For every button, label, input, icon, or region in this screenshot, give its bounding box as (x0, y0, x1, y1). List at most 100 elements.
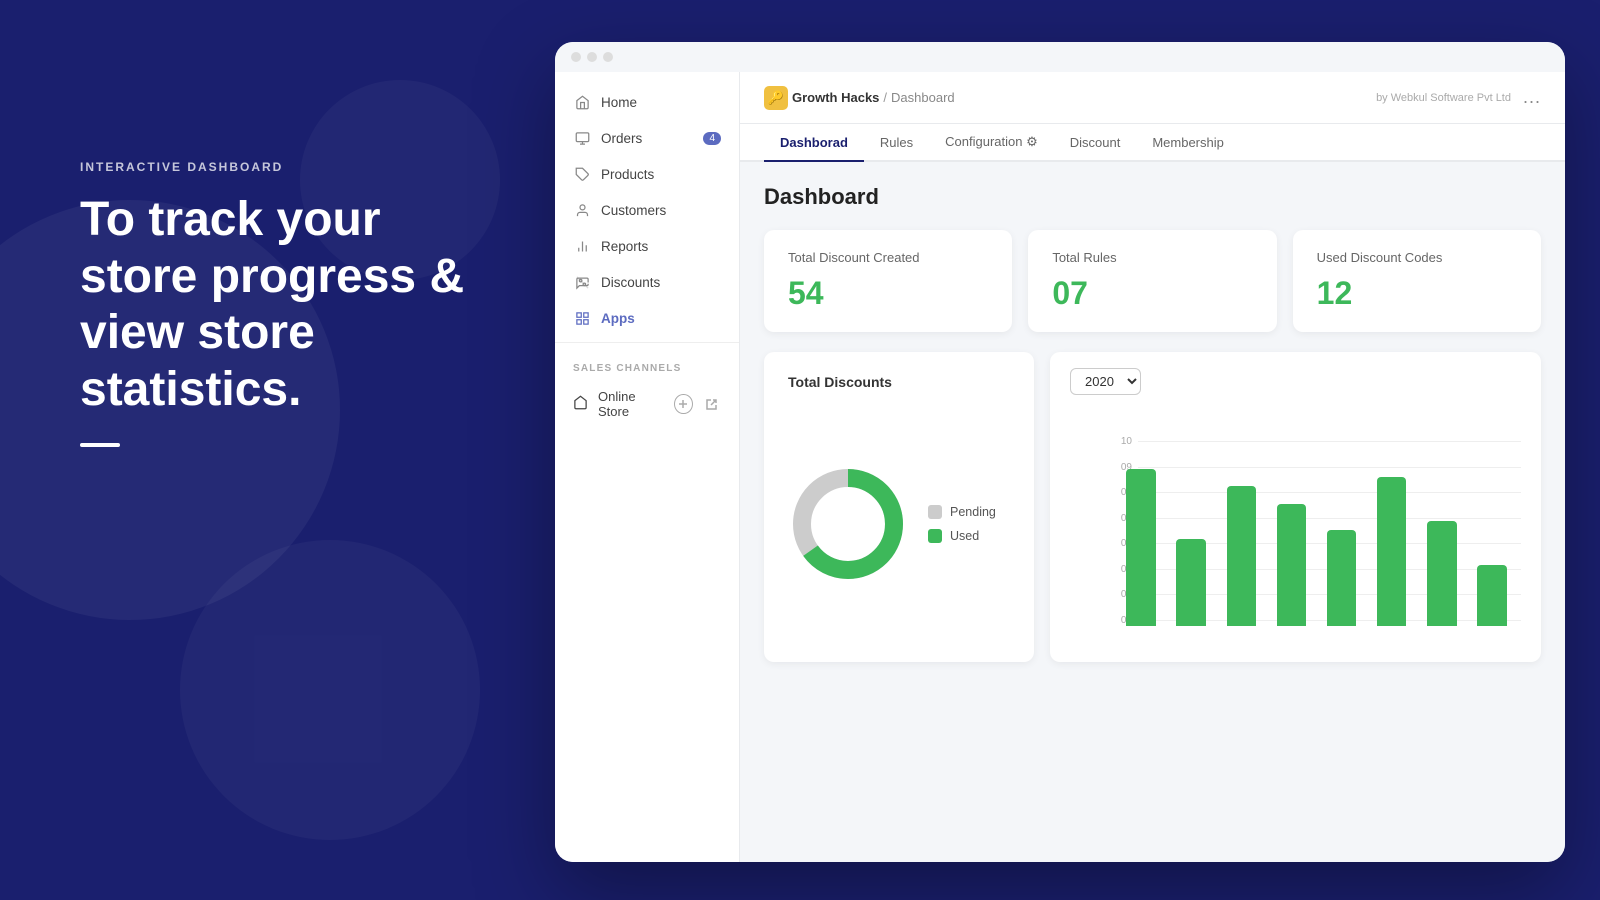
discounts-icon (573, 273, 591, 291)
tag-label: Interactive Dashboard (80, 160, 500, 174)
apps-icon (573, 309, 591, 327)
sidebar-item-products[interactable]: Products (555, 156, 739, 192)
bar-chart-header: 2020 2019 2018 (1070, 368, 1521, 395)
bar-chart-inner: 10 09 08 (1070, 436, 1521, 646)
sidebar-item-apps-label: Apps (601, 311, 635, 326)
tab-rules[interactable]: Rules (864, 125, 929, 162)
online-store-label: Online Store (598, 389, 664, 419)
breadcrumb-page: Dashboard (891, 90, 955, 105)
more-button[interactable]: ... (1523, 87, 1541, 108)
home-icon (573, 93, 591, 111)
legend-item-used: Used (928, 529, 996, 543)
donut-legend: Pending Used (928, 505, 996, 543)
bar-col-jan (1120, 469, 1162, 627)
app-icon: 🔑 (764, 86, 788, 110)
sidebar-item-online-store[interactable]: Online Store (555, 380, 739, 428)
sidebar-item-orders[interactable]: Orders 4 (555, 120, 739, 156)
bar-may (1327, 530, 1356, 626)
stat-value-total-discount: 54 (788, 275, 988, 312)
bar-aug (1477, 565, 1506, 626)
stat-card-total-discount: Total Discount Created 54 (764, 230, 1012, 332)
sidebar-item-discounts-label: Discounts (601, 275, 660, 290)
app-header: 🔑 Growth Hacks / Dashboard by Webkul Sof… (740, 72, 1565, 124)
by-label: by Webkul Software Pvt Ltd (1376, 92, 1511, 104)
background-left (0, 0, 560, 900)
page-title: Dashboard (764, 184, 1541, 210)
sidebar-item-customers-label: Customers (601, 203, 666, 218)
left-panel: Interactive Dashboard To track your stor… (80, 160, 500, 447)
bar-col-mar (1220, 486, 1262, 626)
reports-icon (573, 237, 591, 255)
online-store-icon (573, 395, 588, 413)
used-dot (928, 529, 942, 543)
sidebar-item-orders-label: Orders (601, 131, 642, 146)
orders-badge: 4 (703, 132, 721, 145)
add-channel-button[interactable] (674, 394, 692, 414)
sidebar-divider (555, 342, 739, 343)
stat-card-used-discount: Used Discount Codes 12 (1293, 230, 1541, 332)
stat-label-used-discount: Used Discount Codes (1317, 250, 1517, 265)
products-icon (573, 165, 591, 183)
bar-feb (1176, 539, 1205, 627)
tab-membership[interactable]: Membership (1136, 125, 1240, 162)
sidebar-item-home-label: Home (601, 95, 637, 110)
bg-circle-2 (180, 540, 480, 840)
bar-jul (1427, 521, 1456, 626)
stat-label-total-rules: Total Rules (1052, 250, 1252, 265)
window-dot-3 (603, 52, 613, 62)
pending-label: Pending (950, 505, 996, 519)
breadcrumb-app: Growth Hacks (792, 90, 879, 105)
charts-row: Total Discounts Pend (764, 352, 1541, 662)
sidebar-item-discounts[interactable]: Discounts (555, 264, 739, 300)
bar-jan (1126, 469, 1155, 627)
underline-decoration (80, 443, 120, 447)
sidebar-item-apps[interactable]: Apps (555, 300, 739, 336)
year-select[interactable]: 2020 2019 2018 (1070, 368, 1141, 395)
window-top-bar (555, 42, 1565, 72)
used-label: Used (950, 529, 979, 543)
bar-col-feb (1170, 539, 1212, 627)
headline: To track your store progress & view stor… (80, 192, 500, 419)
sidebar-item-customers[interactable]: Customers (555, 192, 739, 228)
sidebar-item-reports[interactable]: Reports (555, 228, 739, 264)
window-dot-2 (587, 52, 597, 62)
orders-icon (573, 129, 591, 147)
tab-configuration[interactable]: Configuration ⚙ (929, 124, 1054, 162)
legend-item-pending: Pending (928, 505, 996, 519)
tab-discount[interactable]: Discount (1054, 125, 1137, 162)
bar-chart-card: 2020 2019 2018 10 (1050, 352, 1541, 662)
main-content: 🔑 Growth Hacks / Dashboard by Webkul Sof… (740, 72, 1565, 862)
bar-col-may (1321, 530, 1363, 626)
stat-card-total-rules: Total Rules 07 (1028, 230, 1276, 332)
stats-row: Total Discount Created 54 Total Rules 07… (764, 230, 1541, 332)
breadcrumb: 🔑 Growth Hacks / Dashboard (764, 86, 1376, 110)
donut-chart-body: Pending Used (788, 408, 1010, 640)
sidebar-item-home[interactable]: Home (555, 84, 739, 120)
sales-channels-label: Sales Channels (555, 349, 739, 380)
stat-label-total-discount: Total Discount Created (788, 250, 988, 265)
external-link-button[interactable] (703, 394, 721, 414)
bars-container (1112, 436, 1521, 626)
sidebar: Home Orders 4 Products Customers (555, 72, 740, 862)
bar-col-jun (1371, 477, 1413, 626)
nav-tabs: Dashborad Rules Configuration ⚙ Discount… (740, 124, 1565, 162)
window-dot-1 (571, 52, 581, 62)
stat-value-used-discount: 12 (1317, 275, 1517, 312)
donut-chart-card: Total Discounts Pend (764, 352, 1034, 662)
breadcrumb-sep: / (883, 90, 887, 105)
bar-apr (1277, 504, 1306, 627)
page-content: Dashboard Total Discount Created 54 Tota… (740, 162, 1565, 862)
donut-chart-title: Total Discounts (788, 374, 1010, 390)
pending-dot (928, 505, 942, 519)
bar-col-apr (1270, 504, 1312, 627)
tab-dashboard[interactable]: Dashborad (764, 125, 864, 162)
sidebar-item-reports-label: Reports (601, 239, 648, 254)
bar-chart-area: 10 09 08 (1070, 409, 1521, 646)
sidebar-item-products-label: Products (601, 167, 654, 182)
customers-icon (573, 201, 591, 219)
bar-mar (1227, 486, 1256, 626)
bar-col-jul (1421, 521, 1463, 626)
stat-value-total-rules: 07 (1052, 275, 1252, 312)
bar-jun (1377, 477, 1406, 626)
donut-svg (788, 464, 908, 584)
